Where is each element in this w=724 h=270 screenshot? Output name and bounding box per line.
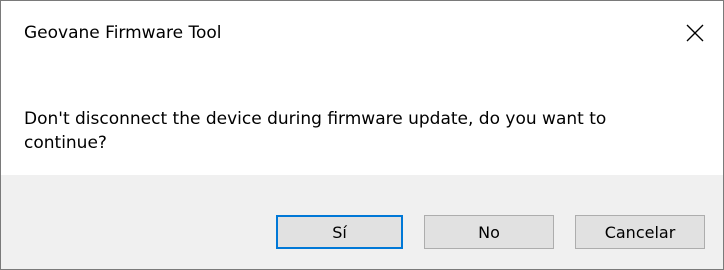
yes-button[interactable]: Sí [276,215,403,249]
close-button[interactable] [667,1,723,65]
title-bar[interactable]: Geovane Firmware Tool [1,1,723,69]
close-icon [686,24,704,42]
dialog-message: Don't disconnect the device during firmw… [24,109,607,153]
no-button[interactable]: No [424,215,554,249]
dialog-content: Don't disconnect the device during firmw… [1,69,723,175]
message-dialog: Geovane Firmware Tool Don't disconnect t… [0,0,724,270]
button-bar: Sí No Cancelar [1,175,723,269]
window-title: Geovane Firmware Tool [24,23,222,43]
cancel-button[interactable]: Cancelar [575,215,705,249]
